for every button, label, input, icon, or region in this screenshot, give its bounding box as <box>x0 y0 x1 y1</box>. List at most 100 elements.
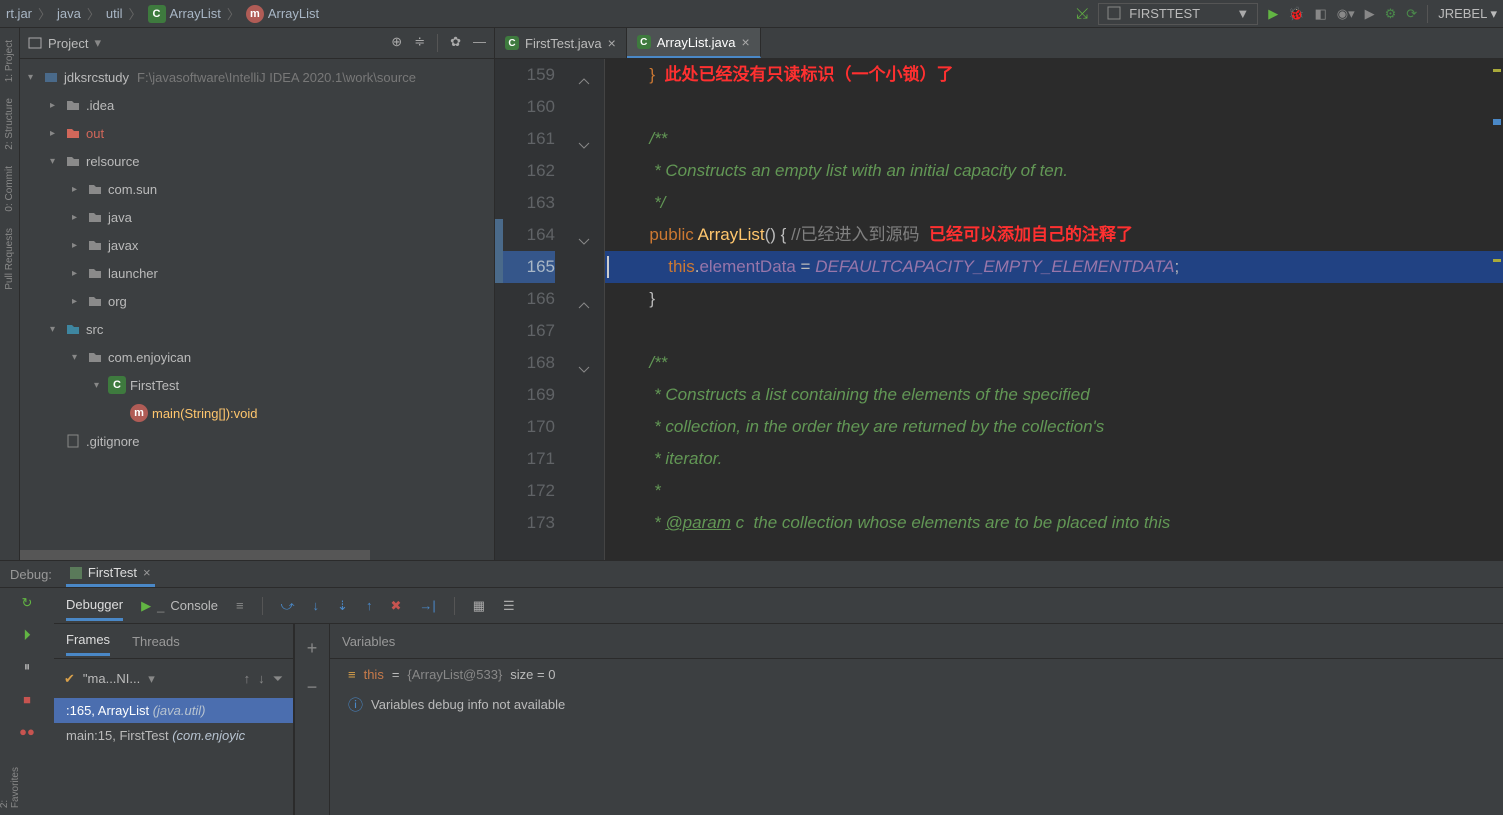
side-tab[interactable]: 0: Commit <box>4 166 15 212</box>
attach-icon[interactable]: ▶ <box>1365 6 1375 22</box>
variable-row[interactable]: ⓘ Variables debug info not available <box>348 694 1485 715</box>
tree-h-scroll[interactable] <box>20 550 494 560</box>
thread-select[interactable]: "ma...NI... <box>83 671 140 686</box>
rerun-icon[interactable]: ↻ <box>18 594 36 612</box>
folder-icon <box>64 99 82 111</box>
step-over-icon[interactable]: ⤻ <box>281 598 295 614</box>
project-panel: Project ▾ ⊕ ≑ ✿ — jdksrcstudy F:\javasof… <box>20 28 495 560</box>
frames-list[interactable]: :165, ArrayList (java.util)main:15, Firs… <box>54 698 293 815</box>
tree-node[interactable]: relsource <box>20 147 494 175</box>
build-icon[interactable]: ⤩ <box>1076 5 1088 22</box>
folder-icon <box>86 183 104 195</box>
tree-node[interactable]: src <box>20 315 494 343</box>
thread-check-icon: ✔ <box>64 671 75 687</box>
folder-icon <box>86 267 104 279</box>
close-icon[interactable]: × <box>143 565 151 580</box>
editor-tab[interactable]: CFirstTest.java× <box>495 28 627 58</box>
top-toolbar: rt.jar〉 java〉 util〉C ArrayList〉m ArrayLi… <box>0 0 1503 28</box>
hide-icon[interactable]: — <box>473 34 486 52</box>
tree-node[interactable]: java <box>20 203 494 231</box>
stack-frame[interactable]: :165, ArrayList (java.util) <box>54 698 293 723</box>
tree-node[interactable]: org <box>20 287 494 315</box>
tree-node[interactable]: .idea <box>20 91 494 119</box>
stop-icon[interactable]: ⚙ <box>1385 6 1397 22</box>
tree-root[interactable]: jdksrcstudy F:\javasoftware\IntelliJ IDE… <box>20 63 494 91</box>
editor-v-scroll[interactable] <box>1491 59 1503 560</box>
bottom-left-strip: 2: Favorites <box>0 755 20 815</box>
evaluate-icon[interactable]: ▦ <box>473 598 485 614</box>
editor-area: CFirstTest.java×CArrayList.java× 1591601… <box>495 28 1503 560</box>
run-to-cursor-icon[interactable]: →| <box>419 598 435 613</box>
close-icon[interactable]: × <box>608 35 616 51</box>
run-icon[interactable]: ▶ <box>1268 6 1278 22</box>
breadcrumb-item[interactable]: ArrayList <box>268 6 319 21</box>
tree-node[interactable]: mmain(String[]):void <box>20 399 494 427</box>
editor-tabs: CFirstTest.java×CArrayList.java× <box>495 28 1503 59</box>
watch-tools: + − <box>294 624 330 815</box>
add-watch-icon[interactable]: + <box>307 638 318 659</box>
pause-icon[interactable]: ⏸ <box>18 658 36 676</box>
expand-icon[interactable]: ≑ <box>414 34 425 52</box>
breadcrumb-item[interactable]: util <box>106 6 123 21</box>
code-editor[interactable]: 1591601611621631641651661671681691701711… <box>495 59 1503 560</box>
breadcrumb: rt.jar〉 java〉 util〉C ArrayList〉m ArrayLi… <box>6 0 319 27</box>
variables-panel: Variables ≡ this = {ArrayList@533} size … <box>330 624 1503 815</box>
project-tree[interactable]: jdksrcstudy F:\javasoftware\IntelliJ IDE… <box>20 59 494 560</box>
folder-o-icon <box>64 127 82 139</box>
line-gutter: 1591601611621631641651661671681691701711… <box>495 59 575 560</box>
tree-node[interactable]: CFirstTest <box>20 371 494 399</box>
breadcrumb-item[interactable]: ArrayList <box>170 6 221 21</box>
chevron-down-icon: ▼ <box>1236 6 1249 21</box>
force-step-into-icon[interactable]: ⇣ <box>337 598 348 614</box>
toolbar-right: ⤩ FIRSTTEST ▼ ▶ 🐞 ◧ ◉▾ ▶ ⚙ ⟳ JREBEL ▾ <box>1076 0 1497 27</box>
project-panel-title[interactable]: Project ▾ <box>28 35 101 51</box>
coverage-icon[interactable]: ◧ <box>1314 6 1326 22</box>
breakpoints-icon[interactable]: ●● <box>18 722 36 740</box>
debugger-tab[interactable]: Debugger <box>66 591 123 621</box>
variables-list[interactable]: ≡ this = {ArrayList@533} size = 0 ⓘ Varia… <box>330 658 1503 815</box>
drop-frame-icon[interactable]: ✖ <box>390 598 401 614</box>
tree-node[interactable]: out <box>20 119 494 147</box>
next-frame-icon[interactable]: ↓ <box>258 671 265 686</box>
debug-session-tab[interactable]: FirstTest × <box>66 561 155 587</box>
tree-node[interactable]: .gitignore <box>20 427 494 455</box>
debug-title: Debug: <box>10 567 52 582</box>
folder-icon <box>64 155 82 167</box>
tree-node[interactable]: launcher <box>20 259 494 287</box>
side-tab[interactable]: 1: Project <box>4 40 15 82</box>
resume-icon[interactable]: ⏵ <box>18 626 36 644</box>
debug-icon[interactable]: 🐞 <box>1288 6 1304 22</box>
console-tab[interactable]: ▶_Console <box>141 598 218 614</box>
gear-icon[interactable]: ✿ <box>450 34 461 52</box>
profile-icon[interactable]: ◉▾ <box>1337 6 1355 22</box>
side-tab[interactable]: Pull Requests <box>4 228 15 290</box>
step-out-icon[interactable]: ↑ <box>366 598 373 613</box>
threads-tab[interactable]: Threads <box>132 628 180 655</box>
variable-row[interactable]: ≡ this = {ArrayList@533} size = 0 <box>348 667 1485 682</box>
remove-watch-icon[interactable]: − <box>307 677 318 698</box>
close-icon[interactable]: × <box>742 34 750 50</box>
side-tab[interactable]: 2: Structure <box>4 98 15 150</box>
fold-gutter[interactable] <box>575 59 605 560</box>
stack-frame[interactable]: main:15, FirstTest (com.enjoyic <box>54 723 293 748</box>
locate-icon[interactable]: ⊕ <box>391 34 402 52</box>
frames-tab[interactable]: Frames <box>66 626 110 656</box>
tree-node[interactable]: com.sun <box>20 175 494 203</box>
favorites-tab[interactable]: 2: Favorites <box>0 767 21 808</box>
stop-icon[interactable]: ■ <box>18 690 36 708</box>
tree-node[interactable]: javax <box>20 231 494 259</box>
folder-b-icon <box>64 323 82 335</box>
step-into-icon[interactable]: ↓ <box>313 598 320 613</box>
editor-tab[interactable]: CArrayList.java× <box>627 28 761 58</box>
prev-frame-icon[interactable]: ↑ <box>244 671 251 686</box>
breadcrumb-item[interactable]: rt.jar <box>6 6 32 21</box>
breadcrumb-item[interactable]: java <box>57 6 81 21</box>
folder-icon <box>86 239 104 251</box>
jrebel-icon[interactable]: ⟳ <box>1406 6 1417 22</box>
file-icon <box>64 434 82 448</box>
tree-node[interactable]: com.enjoyican <box>20 343 494 371</box>
filter-icon[interactable]: ⏷ <box>273 671 283 687</box>
user-menu[interactable]: JREBEL ▾ <box>1438 6 1497 22</box>
run-config-select[interactable]: FIRSTTEST ▼ <box>1098 3 1258 25</box>
trace-icon[interactable]: ☰ <box>503 598 515 614</box>
